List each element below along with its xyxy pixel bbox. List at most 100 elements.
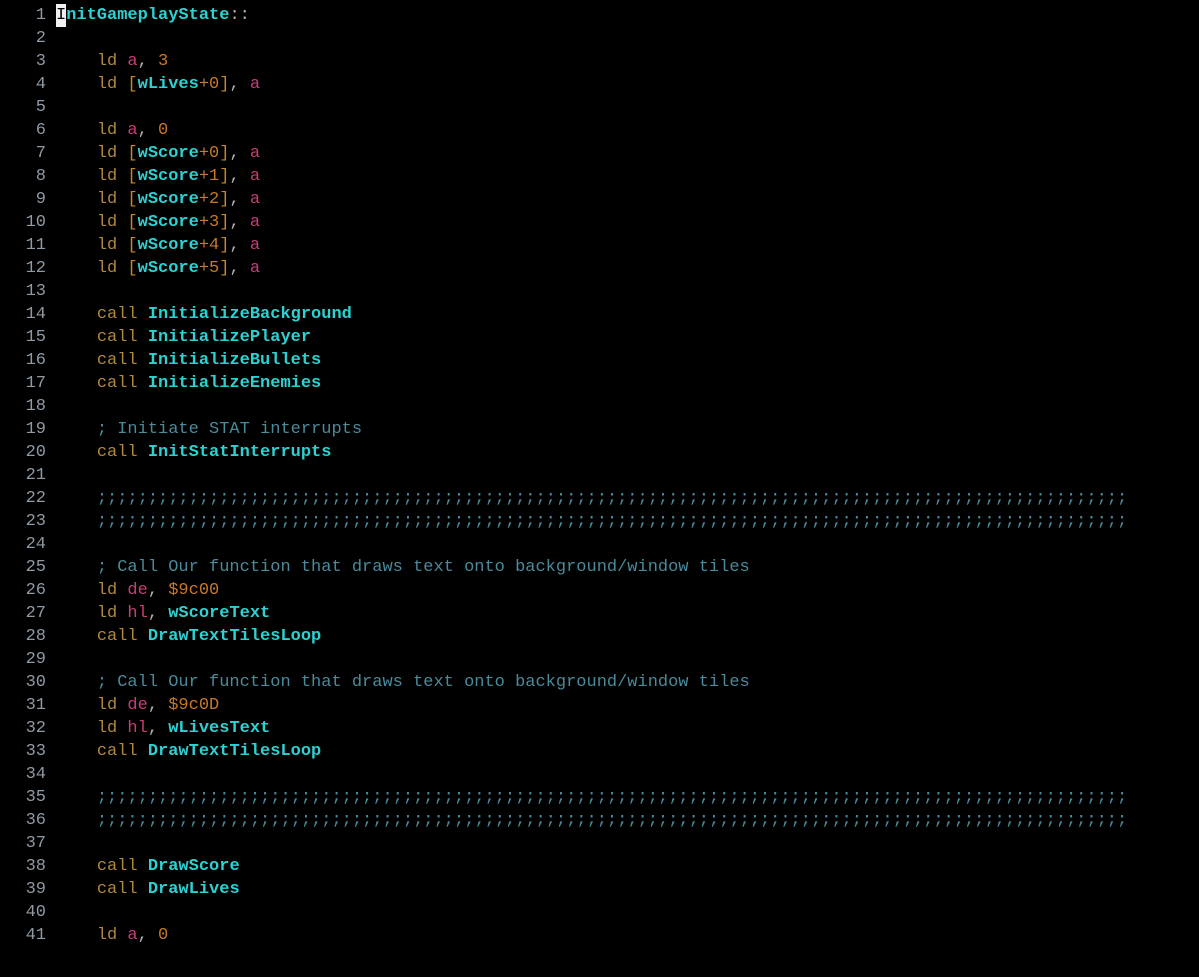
code-line[interactable]: ;;;;;;;;;;;;;;;;;;;;;;;;;;;;;;;;;;;;;;;;… bbox=[56, 809, 1199, 832]
code-token bbox=[56, 420, 97, 439]
code-line[interactable] bbox=[56, 464, 1199, 487]
code-token: ] bbox=[219, 144, 229, 163]
code-token: , bbox=[229, 167, 239, 186]
code-line[interactable]: call DrawScore bbox=[56, 855, 1199, 878]
code-area[interactable]: InitGameplayState:: ld a, 3 ld [wLives+0… bbox=[56, 4, 1199, 947]
code-line[interactable] bbox=[56, 280, 1199, 303]
code-token bbox=[56, 788, 97, 807]
code-token: ] bbox=[219, 259, 229, 278]
code-token bbox=[56, 374, 97, 393]
code-token bbox=[56, 305, 97, 324]
code-token: a bbox=[250, 75, 260, 94]
code-line[interactable] bbox=[56, 395, 1199, 418]
line-number: 5 bbox=[0, 96, 46, 119]
code-line[interactable]: ld a, 0 bbox=[56, 924, 1199, 947]
line-number: 36 bbox=[0, 809, 46, 832]
code-line[interactable]: call InitStatInterrupts bbox=[56, 441, 1199, 464]
code-line[interactable]: call DrawTextTilesLoop bbox=[56, 740, 1199, 763]
code-line[interactable]: ld [wLives+0], a bbox=[56, 73, 1199, 96]
code-line[interactable]: ld [wScore+1], a bbox=[56, 165, 1199, 188]
code-token bbox=[56, 328, 97, 347]
code-line[interactable]: ;;;;;;;;;;;;;;;;;;;;;;;;;;;;;;;;;;;;;;;;… bbox=[56, 786, 1199, 809]
code-editor[interactable]: 1234567891011121314151617181920212223242… bbox=[0, 0, 1199, 967]
code-token bbox=[56, 489, 97, 508]
code-token bbox=[240, 236, 250, 255]
code-token bbox=[148, 52, 158, 71]
code-token bbox=[138, 857, 148, 876]
code-token: ld bbox=[97, 236, 117, 255]
line-number: 2 bbox=[0, 27, 46, 50]
code-token: , bbox=[229, 75, 239, 94]
code-line[interactable] bbox=[56, 27, 1199, 50]
code-token: a bbox=[250, 236, 260, 255]
code-line[interactable]: ld [wScore+4], a bbox=[56, 234, 1199, 257]
code-line[interactable]: call InitializeBullets bbox=[56, 349, 1199, 372]
line-number: 13 bbox=[0, 280, 46, 303]
code-line[interactable]: call DrawTextTilesLoop bbox=[56, 625, 1199, 648]
code-line[interactable]: ;;;;;;;;;;;;;;;;;;;;;;;;;;;;;;;;;;;;;;;;… bbox=[56, 510, 1199, 533]
code-line[interactable]: ld hl, wScoreText bbox=[56, 602, 1199, 625]
code-token bbox=[148, 926, 158, 945]
line-number: 23 bbox=[0, 510, 46, 533]
code-line[interactable]: ld de, $9c0D bbox=[56, 694, 1199, 717]
code-line[interactable] bbox=[56, 763, 1199, 786]
code-token: DrawTextTilesLoop bbox=[148, 742, 321, 761]
code-token bbox=[56, 696, 97, 715]
line-number: 21 bbox=[0, 464, 46, 487]
code-line[interactable]: call InitializePlayer bbox=[56, 326, 1199, 349]
code-token: ] bbox=[219, 190, 229, 209]
code-token: InitializeEnemies bbox=[148, 374, 321, 393]
code-line[interactable]: ld [wScore+0], a bbox=[56, 142, 1199, 165]
code-line[interactable]: call DrawLives bbox=[56, 878, 1199, 901]
code-line[interactable]: ld [wScore+2], a bbox=[56, 188, 1199, 211]
code-line[interactable]: ld a, 3 bbox=[56, 50, 1199, 73]
code-token: ld bbox=[97, 604, 117, 623]
code-token bbox=[138, 305, 148, 324]
code-line[interactable]: call InitializeBackground bbox=[56, 303, 1199, 326]
code-token bbox=[117, 236, 127, 255]
code-token: ld bbox=[97, 926, 117, 945]
line-number: 35 bbox=[0, 786, 46, 809]
code-token: ;;;;;;;;;;;;;;;;;;;;;;;;;;;;;;;;;;;;;;;;… bbox=[97, 788, 1127, 807]
code-line[interactable]: ld de, $9c00 bbox=[56, 579, 1199, 602]
code-token bbox=[56, 121, 97, 140]
code-token: DrawTextTilesLoop bbox=[148, 627, 321, 646]
code-line[interactable]: ; Call Our function that draws text onto… bbox=[56, 556, 1199, 579]
line-number: 34 bbox=[0, 763, 46, 786]
code-token: ] bbox=[219, 236, 229, 255]
code-line[interactable]: ld hl, wLivesText bbox=[56, 717, 1199, 740]
code-token: wScore bbox=[138, 236, 199, 255]
code-token bbox=[117, 696, 127, 715]
code-token: , bbox=[148, 696, 158, 715]
code-token: ;;;;;;;;;;;;;;;;;;;;;;;;;;;;;;;;;;;;;;;;… bbox=[97, 512, 1127, 531]
code-line[interactable]: ld [wScore+3], a bbox=[56, 211, 1199, 234]
code-line[interactable]: ;;;;;;;;;;;;;;;;;;;;;;;;;;;;;;;;;;;;;;;;… bbox=[56, 487, 1199, 510]
code-token: de bbox=[127, 696, 147, 715]
code-token: ld bbox=[97, 259, 117, 278]
code-line[interactable]: ; Initiate STAT interrupts bbox=[56, 418, 1199, 441]
line-number: 28 bbox=[0, 625, 46, 648]
code-token: ld bbox=[97, 144, 117, 163]
code-token bbox=[56, 351, 97, 370]
code-token bbox=[138, 443, 148, 462]
code-token: 0 bbox=[158, 121, 168, 140]
code-line[interactable] bbox=[56, 648, 1199, 671]
code-token: , bbox=[138, 121, 148, 140]
code-token bbox=[240, 144, 250, 163]
code-token: 3 bbox=[209, 213, 219, 232]
code-token: [ bbox=[127, 236, 137, 255]
code-token: wLives bbox=[138, 75, 199, 94]
code-line[interactable] bbox=[56, 96, 1199, 119]
code-line[interactable] bbox=[56, 901, 1199, 924]
line-number: 29 bbox=[0, 648, 46, 671]
line-number: 38 bbox=[0, 855, 46, 878]
code-line[interactable]: ld [wScore+5], a bbox=[56, 257, 1199, 280]
code-token: call bbox=[97, 857, 138, 876]
code-line[interactable] bbox=[56, 533, 1199, 556]
code-line[interactable]: ; Call Our function that draws text onto… bbox=[56, 671, 1199, 694]
code-token: wScore bbox=[138, 190, 199, 209]
code-line[interactable] bbox=[56, 832, 1199, 855]
code-line[interactable]: InitGameplayState:: bbox=[56, 4, 1199, 27]
code-line[interactable]: call InitializeEnemies bbox=[56, 372, 1199, 395]
code-line[interactable]: ld a, 0 bbox=[56, 119, 1199, 142]
